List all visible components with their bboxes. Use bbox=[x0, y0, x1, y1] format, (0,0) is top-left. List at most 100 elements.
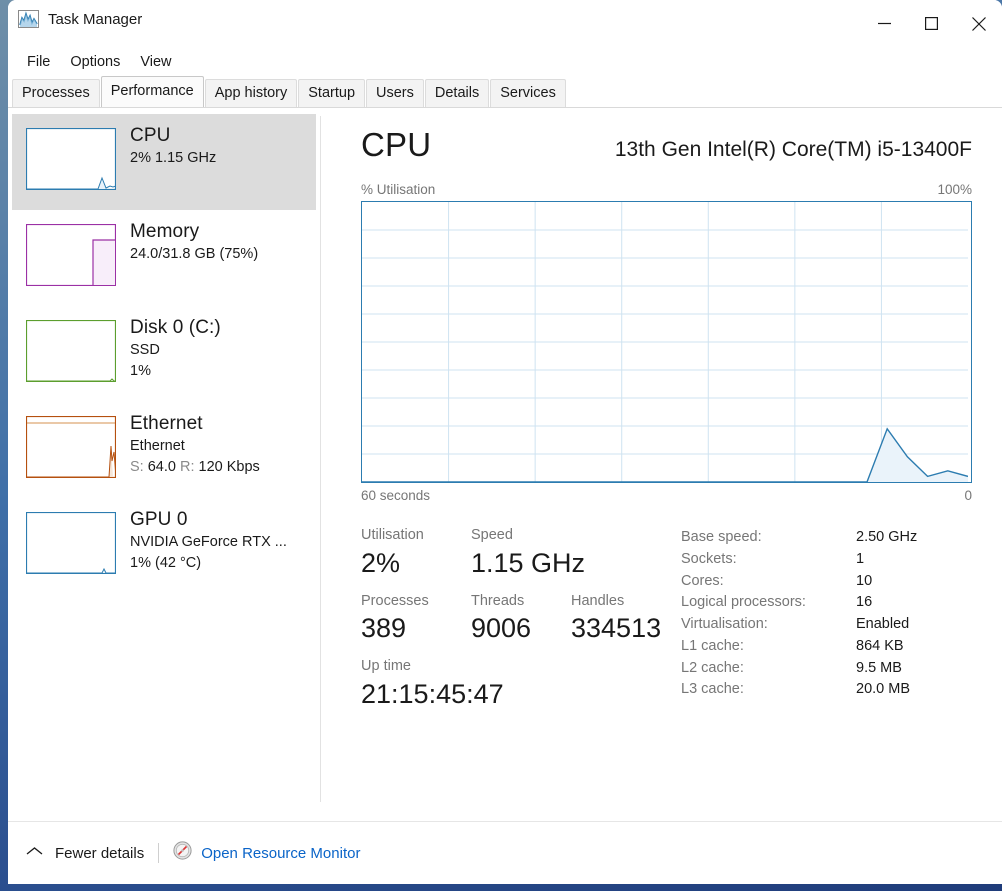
stat-utilisation: Utilisation 2% bbox=[361, 525, 471, 581]
ethernet-thumbnail bbox=[26, 416, 116, 478]
stat-processes-value: 389 bbox=[361, 613, 407, 644]
spec-value: 10 bbox=[856, 572, 873, 589]
disk-thumbnail bbox=[26, 320, 116, 382]
memory-info: Memory 24.0/31.8 GB (75%) bbox=[130, 220, 258, 265]
cpu-header: CPU 13th Gen Intel(R) Core(TM) i5-13400F bbox=[361, 126, 972, 164]
cpu-info: CPU 2% 1.15 GHz bbox=[130, 124, 216, 169]
spec-row: Sockets: 1 bbox=[681, 549, 972, 571]
spec-key: Sockets: bbox=[681, 550, 737, 567]
window-controls bbox=[861, 0, 1002, 47]
tab-users[interactable]: Users bbox=[366, 79, 424, 107]
sidebar-item-gpu[interactable]: GPU 0 NVIDIA GeForce RTX ... 1% (42 °C) bbox=[12, 498, 316, 594]
ethernet-info: Ethernet Ethernet S: 64.0 R: 120 Kbps bbox=[130, 412, 260, 478]
stat-speed: Speed 1.15 GHz bbox=[471, 525, 585, 581]
stat-speed-label: Speed bbox=[471, 527, 513, 543]
tab-services[interactable]: Services bbox=[490, 79, 566, 107]
spec-row: Logical processors: 16 bbox=[681, 592, 972, 614]
spec-value: 20.0 MB bbox=[856, 681, 910, 698]
stat-utilisation-label: Utilisation bbox=[361, 527, 424, 543]
cpu-stats: Utilisation 2% Speed 1.15 GHz Processes bbox=[361, 525, 972, 722]
footer-bar: Fewer details Open Resource Monitor bbox=[8, 821, 1002, 884]
stat-processes: Processes 389 bbox=[361, 591, 471, 647]
stat-threads-label: Threads bbox=[471, 592, 525, 609]
performance-body: CPU 2% 1.15 GHz Memory 24.0/31.8 GB (75%… bbox=[8, 108, 1002, 810]
tab-strip: Processes Performance App history Startu… bbox=[8, 76, 1002, 108]
stat-threads-value: 9006 bbox=[471, 613, 532, 644]
sidebar-item-label: Memory bbox=[130, 221, 200, 242]
sidebar-item-label: Ethernet bbox=[130, 413, 203, 434]
ethernet-send-label: S: bbox=[130, 458, 144, 475]
menu-bar: File Options View bbox=[8, 47, 1002, 77]
gpu-thumbnail bbox=[26, 512, 116, 574]
stat-handles-label: Handles bbox=[571, 592, 625, 609]
tab-processes[interactable]: Processes bbox=[12, 79, 100, 107]
sidebar-item-label: GPU 0 bbox=[130, 509, 188, 530]
cpu-detail-pane: CPU 13th Gen Intel(R) Core(TM) i5-13400F… bbox=[321, 108, 1002, 810]
sidebar-item-cpu[interactable]: CPU 2% 1.15 GHz bbox=[12, 114, 316, 210]
stat-uptime-label: Up time bbox=[361, 658, 411, 674]
fewer-details-button[interactable]: Fewer details bbox=[26, 844, 144, 862]
cpu-stats-left: Utilisation 2% Speed 1.15 GHz Processes bbox=[361, 525, 681, 722]
stat-speed-value: 1.15 GHz bbox=[471, 547, 586, 578]
stat-group-usage: Utilisation 2% Speed 1.15 GHz bbox=[361, 525, 681, 581]
minimize-icon[interactable] bbox=[861, 0, 908, 47]
chart-icon bbox=[18, 10, 39, 28]
cpu-spec-list: Base speed: 2.50 GHz Sockets: 1 Cores: 10 Logi… bbox=[681, 525, 972, 722]
spec-row: L2 cache: 9.5 MB bbox=[681, 658, 972, 680]
stat-processes-label: Processes bbox=[361, 592, 429, 609]
stat-handles: Handles 334513 bbox=[571, 591, 661, 647]
tab-startup[interactable]: Startup bbox=[298, 79, 366, 107]
tab-details[interactable]: Details bbox=[424, 79, 490, 107]
close-icon[interactable] bbox=[955, 0, 1002, 47]
open-resource-monitor-link[interactable]: Open Resource Monitor bbox=[173, 841, 360, 865]
resource-monitor-icon bbox=[173, 841, 192, 865]
fewer-details-label: Fewer details bbox=[55, 844, 145, 862]
cpu-thumbnail bbox=[26, 128, 116, 190]
cpu-model: 13th Gen Intel(R) Core(TM) i5-13400F bbox=[614, 138, 972, 161]
spec-row: Cores: 10 bbox=[681, 571, 972, 593]
spec-key: Cores: bbox=[681, 572, 724, 589]
footer-separator bbox=[158, 843, 160, 863]
spec-value: 16 bbox=[856, 594, 873, 611]
maximize-icon[interactable] bbox=[908, 0, 955, 47]
memory-stat: 24.0/31.8 GB (75%) bbox=[130, 245, 259, 262]
stat-group-uptime: Up time 21:15:45:47 bbox=[361, 656, 681, 712]
page-title: CPU bbox=[361, 126, 432, 163]
sidebar-item-ethernet[interactable]: Ethernet Ethernet S: 64.0 R: 120 Kbps bbox=[12, 402, 316, 498]
stat-group-counts: Processes 389 Threads 9006 Handles 33451… bbox=[361, 591, 681, 647]
spec-key: L3 cache: bbox=[681, 681, 744, 698]
disk-stat: 1% bbox=[130, 362, 151, 379]
graph-axis-labels: % Utilisation 100% bbox=[361, 182, 972, 197]
cpu-utilisation-graph bbox=[361, 201, 972, 483]
cpu-stat: 2% 1.15 GHz bbox=[130, 149, 217, 166]
spec-value: Enabled bbox=[856, 616, 910, 632]
spec-key: Virtualisation: bbox=[681, 616, 768, 632]
menu-item-view[interactable]: View bbox=[130, 51, 181, 73]
disk-type: SSD bbox=[130, 341, 160, 358]
graph-x-label: 60 seconds bbox=[361, 488, 431, 503]
menu-item-options[interactable]: Options bbox=[60, 51, 130, 73]
stat-uptime: Up time 21:15:45:47 bbox=[361, 656, 504, 712]
graph-x-zero: 0 bbox=[964, 488, 972, 503]
menu-item-file[interactable]: File bbox=[17, 51, 60, 73]
memory-thumbnail bbox=[26, 224, 116, 286]
sidebar-item-memory[interactable]: Memory 24.0/31.8 GB (75%) bbox=[12, 210, 316, 306]
stat-threads: Threads 9006 bbox=[471, 591, 571, 647]
spec-row: L1 cache: 864 KB bbox=[681, 636, 972, 658]
tab-app-history[interactable]: App history bbox=[204, 79, 298, 107]
spec-value: 1 bbox=[856, 550, 865, 567]
ethernet-throughput: S: 64.0 R: 120 Kbps bbox=[130, 457, 260, 478]
gpu-model: NVIDIA GeForce RTX ... bbox=[130, 533, 287, 550]
spec-row: Virtualisation: Enabled bbox=[681, 614, 972, 636]
title-bar: Task Manager bbox=[8, 0, 1002, 47]
ethernet-recv-label: R: bbox=[180, 458, 195, 475]
sidebar-item-disk[interactable]: Disk 0 (C:) SSD 1% bbox=[12, 306, 316, 402]
disk-info: Disk 0 (C:) SSD 1% bbox=[130, 316, 221, 382]
tab-performance[interactable]: Performance bbox=[100, 76, 204, 107]
spec-key: L2 cache: bbox=[681, 659, 744, 676]
ethernet-send-value: 64.0 bbox=[147, 458, 176, 475]
spec-key: Base speed: bbox=[681, 529, 762, 545]
stat-uptime-value: 21:15:45:47 bbox=[361, 678, 504, 709]
sidebar-item-label: CPU bbox=[130, 125, 171, 146]
graph-y-max: 100% bbox=[937, 182, 972, 197]
